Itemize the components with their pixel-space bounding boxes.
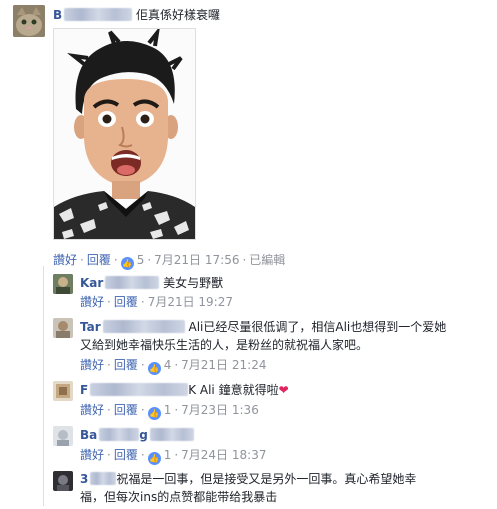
comment-actions: 讚好 · 回覆 · 👍 1 · 7月23日 1:36 [80, 403, 259, 420]
avatar-image [53, 471, 73, 491]
comment-actions: 讚好 · 回覆 · 7月21日 19:27 [80, 295, 233, 309]
redacted-name [90, 472, 117, 485]
timestamp[interactable]: 7月21日 21:24 [181, 358, 266, 372]
commenter-avatar[interactable] [53, 381, 73, 401]
like-thumb-icon[interactable]: 👍 [147, 452, 161, 465]
commenter-name[interactable]: Tar [80, 320, 185, 334]
commenter-name[interactable]: B [53, 8, 133, 22]
avatar-image [53, 274, 73, 294]
avatar-image [53, 318, 73, 338]
portrait-photo [54, 29, 195, 239]
timestamp[interactable]: 7月24日 18:37 [181, 448, 266, 462]
like-thumb-icon[interactable]: 👍 [120, 257, 134, 270]
like-button[interactable]: 讚好 [80, 448, 104, 462]
comment-text: 美女与野獸 [163, 276, 224, 290]
comment-actions: 讚好 · 回覆 · 👍 5 · 7月21日 17:56 · 已編輯 [53, 253, 286, 270]
reply-button[interactable]: 回覆 [114, 448, 138, 462]
reply-thread-line [43, 266, 44, 506]
redacted-name [64, 8, 133, 21]
like-button[interactable]: 讚好 [80, 403, 104, 417]
redacted-name [105, 276, 160, 289]
like-button[interactable]: 讚好 [53, 253, 77, 267]
comment-body: B 佢真係好樣衰囉 [53, 6, 220, 24]
like-button[interactable]: 讚好 [80, 295, 104, 309]
comment-actions: 讚好 · 回覆 · 👍 4 · 7月21日 21:24 [80, 358, 267, 375]
comment-photo[interactable] [53, 28, 196, 240]
comment-body: Kar 美女与野獸 [80, 274, 223, 292]
comment-text: 佢真係好樣衰囉 [135, 8, 220, 22]
reply-button[interactable]: 回覆 [87, 253, 111, 267]
commenter-avatar[interactable] [53, 426, 73, 446]
comment-text-line2: 又給到她幸福快乐生活的人，是粉丝的就祝福人家吧。 [80, 338, 369, 352]
heart-emoji: ❤ [278, 383, 289, 397]
cat-avatar-icon [13, 5, 45, 37]
comment-body: Tar Ali已经尽量很低调了，相信Ali也想得到一个爱她 又給到她幸福快乐生活… [80, 318, 490, 354]
comment-actions: 讚好 · 回覆 · 👍 1 · 7月24日 18:37 [80, 448, 267, 465]
like-thumb-icon[interactable]: 👍 [147, 362, 161, 375]
comment-text-line1: Ali已经尽量很低调了，相信Ali也想得到一个爱她 [188, 320, 447, 334]
edited-label[interactable]: 已編輯 [249, 253, 285, 267]
comment-text: K Ali 鐘意就得啦 [188, 383, 279, 397]
comment-body: Ba g [80, 426, 194, 444]
redacted-name [99, 428, 140, 441]
comment-body: 3 祝福是一回事，但是接受又是另外一回事。真心希望她幸 福，但每次ins的点赞都能… [80, 470, 490, 506]
redacted-name [90, 383, 189, 396]
like-thumb-icon[interactable]: 👍 [147, 407, 161, 420]
redacted-name [102, 320, 185, 333]
commenter-avatar[interactable] [53, 318, 73, 338]
commenter-name[interactable]: F [80, 383, 189, 397]
comment-body: FK Ali 鐘意就得啦❤ [80, 381, 289, 399]
avatar-image [53, 381, 73, 401]
commenter-name[interactable]: 3 [80, 472, 117, 486]
like-button[interactable]: 讚好 [80, 358, 104, 372]
commenter-avatar[interactable] [53, 274, 73, 294]
timestamp[interactable]: 7月21日 17:56 [154, 253, 239, 267]
redacted-name [149, 428, 194, 441]
reply-button[interactable]: 回覆 [114, 295, 138, 309]
reply-button[interactable]: 回覆 [114, 403, 138, 417]
timestamp[interactable]: 7月21日 19:27 [148, 295, 233, 309]
commenter-name[interactable]: Ba g [80, 428, 194, 442]
avatar-image [53, 426, 73, 446]
comment-text-line2: 福，但每次ins的点赞都能带给我暴击 [80, 490, 278, 504]
timestamp[interactable]: 7月23日 1:36 [181, 403, 259, 417]
reply-button[interactable]: 回覆 [114, 358, 138, 372]
commenter-avatar[interactable] [53, 471, 73, 491]
commenter-name[interactable]: Kar [80, 276, 160, 290]
commenter-avatar[interactable] [13, 5, 45, 37]
comment-text-line1: 祝福是一回事，但是接受又是另外一回事。真心希望她幸 [116, 472, 417, 486]
